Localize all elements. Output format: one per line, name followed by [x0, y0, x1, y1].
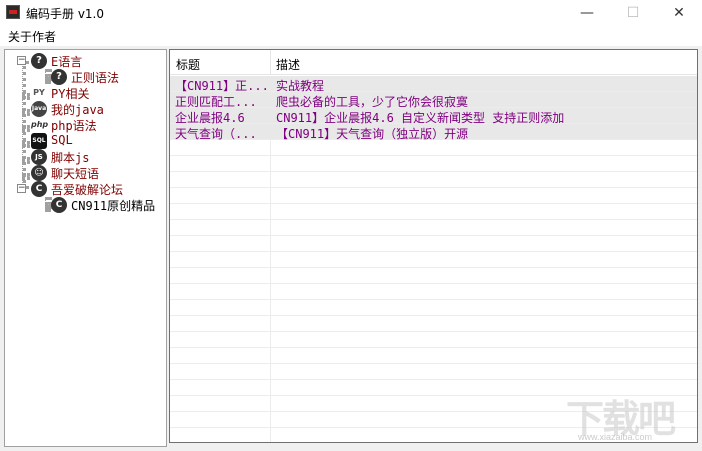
empty-grid-row [170, 252, 697, 268]
empty-grid-row [170, 220, 697, 236]
menu-bar: 关于作者 [0, 26, 702, 46]
tree-connector [22, 109, 30, 113]
minimize-button[interactable]: — [564, 0, 610, 26]
tree-node-php[interactable]: php php语法 [31, 117, 151, 133]
tree-connector [22, 157, 30, 161]
window-title: 编码手册 v1.0 [26, 7, 105, 21]
tree-node-chat-phrases[interactable]: ☺ 聊天短语 [31, 165, 151, 181]
tree-node-52pojie-forum[interactable]: − C 吾爱破解论坛 [17, 181, 162, 197]
php-icon: php [31, 120, 49, 129]
empty-grid-row [170, 348, 697, 364]
python-icon: PY [33, 88, 45, 97]
tree-connector [22, 173, 30, 177]
java-icon: Java [31, 101, 47, 117]
watermark-url: www.xiazaiba.com [578, 432, 653, 442]
empty-grid-row [170, 364, 697, 380]
maximize-button[interactable]: ☐ [610, 0, 656, 26]
tree-node-label: 正则语法 [71, 71, 120, 85]
empty-grid-row [170, 316, 697, 332]
column-header-description[interactable]: 描述 [276, 56, 300, 73]
tree-node-label: CN911原创精品 [71, 199, 156, 213]
empty-grid-row [170, 156, 697, 172]
tree-node-label: 吾爱破解论坛 [51, 183, 124, 197]
forum-icon: C [51, 197, 67, 213]
tree-node-label: php语法 [51, 119, 97, 133]
collapse-toggle-icon[interactable]: − [17, 184, 26, 193]
tree-node-label: PY相关 [51, 87, 90, 101]
tree-node-js[interactable]: JS 脚本js [31, 149, 151, 165]
question-icon: ? [51, 69, 67, 85]
article-list[interactable]: 标题 描述 【CN911】正... 实战教程 正则匹配工... 爬虫必备的工具，… [169, 49, 698, 443]
menu-about-author[interactable]: 关于作者 [8, 28, 56, 45]
chat-icon: ☺ [31, 165, 47, 181]
sql-icon: SQL [31, 133, 47, 149]
tree-node-regex[interactable]: ? 正则语法 [51, 69, 161, 85]
empty-grid-row [170, 236, 697, 252]
column-header-title[interactable]: 标题 [176, 56, 200, 73]
title-bar: 编码手册 v1.0 — ☐ ✕ [0, 0, 702, 26]
tree-connector [45, 69, 49, 77]
empty-grid-row [170, 332, 697, 348]
question-icon: ? [31, 53, 47, 69]
category-tree[interactable]: − ? E语言 ? 正则语法 PY PY相关 Java 我的java php p… [4, 49, 167, 447]
tree-node-python[interactable]: PY PY相关 [31, 85, 151, 101]
tree-node-label: 脚本js [51, 151, 90, 165]
empty-grid-row [170, 204, 697, 220]
tree-connector [45, 197, 49, 205]
tree-node-label: E语言 [51, 55, 83, 69]
empty-grid-row [170, 140, 697, 156]
tree-connector [22, 93, 30, 97]
forum-icon: C [31, 181, 47, 197]
collapse-toggle-icon[interactable]: − [17, 56, 26, 65]
tree-connector [22, 125, 30, 129]
js-icon: JS [31, 149, 47, 165]
empty-grid-row [170, 268, 697, 284]
tree-node-label: SQL [51, 133, 73, 147]
empty-grid-row [170, 284, 697, 300]
app-icon [6, 5, 20, 19]
table-row[interactable]: 正则匹配工... 爬虫必备的工具，少了它你会很寂寞 [170, 92, 697, 109]
tree-node-cn911-originals[interactable]: C CN911原创精品 [51, 197, 163, 213]
tree-node-label: 聊天短语 [51, 167, 100, 181]
list-header: 标题 描述 [170, 50, 697, 75]
close-button[interactable]: ✕ [656, 0, 702, 26]
empty-grid-row [170, 188, 697, 204]
tree-node-sql[interactable]: SQL SQL [31, 133, 151, 149]
tree-node-label: 我的java [51, 103, 104, 117]
table-row[interactable]: 【CN911】正... 实战教程 [170, 76, 697, 93]
tree-connector [22, 141, 30, 145]
tree-node-e-language[interactable]: − ? E语言 [17, 53, 157, 69]
empty-grid-row [170, 300, 697, 316]
tree-node-java[interactable]: Java 我的java [31, 101, 151, 117]
table-row[interactable]: 天气查询（... 【CN911】天气查询（独立版）开源 [170, 124, 697, 141]
table-row[interactable]: 企业晨报4.6 CN911】企业晨报4.6 自定义新闻类型 支持正则添加 [170, 108, 697, 125]
column-divider[interactable] [270, 50, 271, 75]
empty-grid-row [170, 172, 697, 188]
